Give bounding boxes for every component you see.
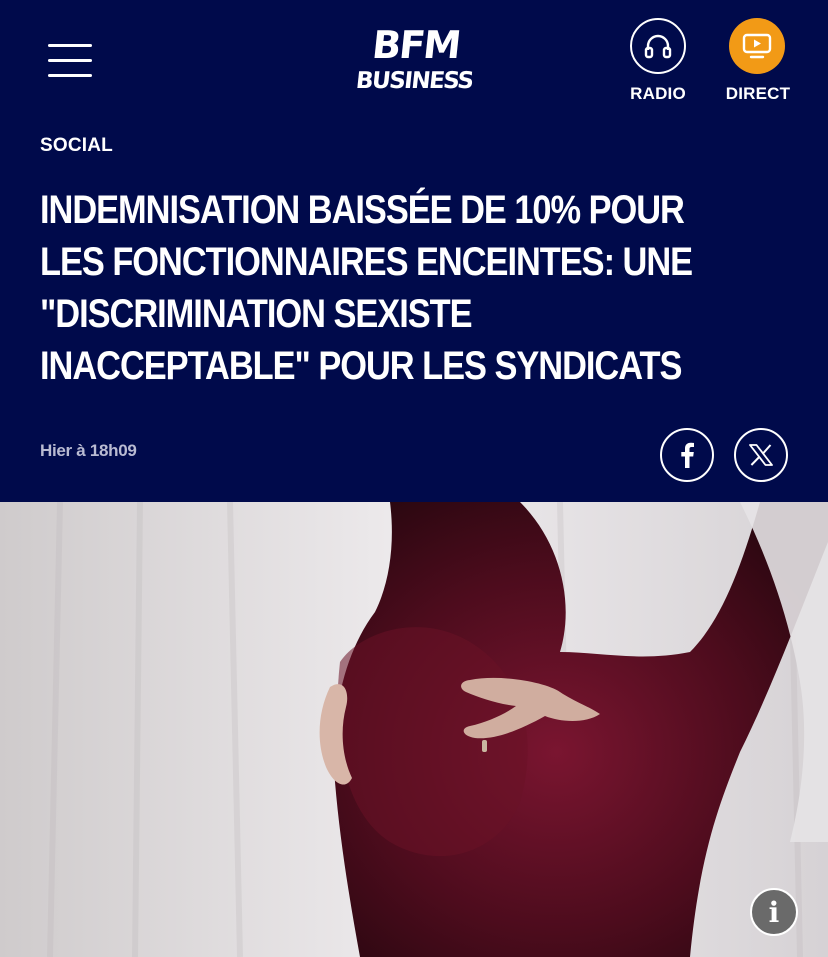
facebook-icon <box>681 442 694 468</box>
tv-play-icon <box>729 18 785 74</box>
radio-button[interactable]: RADIO <box>626 18 690 108</box>
direct-button[interactable]: DIRECT <box>724 18 792 108</box>
article-title: INDEMNISATION BAISSÉE DE 10% POUR LES FO… <box>40 188 693 388</box>
site-header: BFM BUSINESS RADIO DIRECT SOCIAL INDEMNI… <box>0 0 828 502</box>
logo-text-bfm: BFM <box>370 23 462 67</box>
share-facebook-button[interactable] <box>660 428 714 482</box>
radio-label: RADIO <box>630 84 686 103</box>
pregnant-woman-illustration <box>0 502 828 957</box>
hamburger-icon-bar <box>48 74 92 77</box>
info-icon: i <box>768 896 780 929</box>
direct-label: DIRECT <box>725 84 791 103</box>
menu-button[interactable] <box>48 44 92 78</box>
article-category[interactable]: SOCIAL <box>40 135 113 157</box>
share-x-button[interactable] <box>734 428 788 482</box>
hamburger-icon-bar <box>48 44 92 47</box>
article-timestamp: Hier à 18h09 <box>40 441 137 460</box>
logo-text-business: BUSINESS <box>354 68 474 94</box>
article-photo <box>0 502 828 957</box>
image-info-button[interactable]: i <box>750 888 798 936</box>
x-icon <box>749 444 773 466</box>
hamburger-icon-bar <box>48 59 92 62</box>
bfm-business-logo[interactable]: BFM BUSINESS <box>354 23 474 98</box>
headphones-icon <box>630 18 686 74</box>
